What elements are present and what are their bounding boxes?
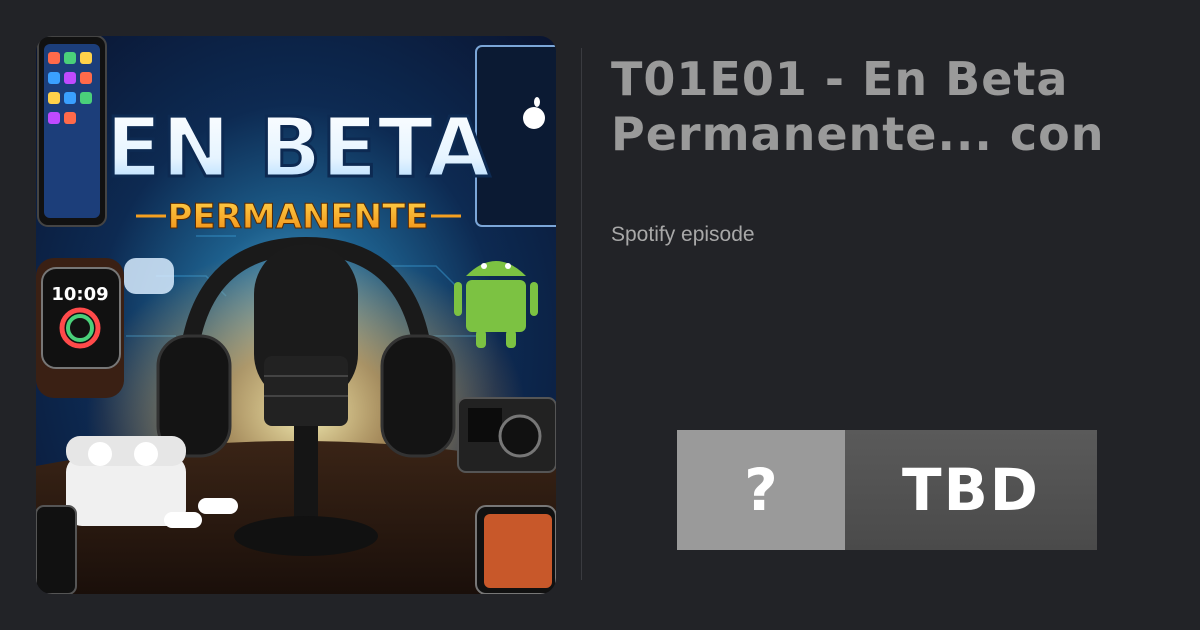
cover-tagline: PERMANENTE bbox=[167, 197, 428, 237]
podcast-cover-art: EN BETA PERMANENTE 10:09 bbox=[36, 36, 556, 594]
episode-title: T01E01 - En Beta Permanente... con bbox=[611, 52, 1105, 161]
phone-icon bbox=[37, 36, 107, 227]
camera-icon bbox=[457, 397, 556, 473]
smartwatch-icon: 10:09 bbox=[36, 258, 124, 398]
status-badge: ? TBD bbox=[677, 430, 1097, 550]
episode-source: Spotify episode bbox=[611, 223, 755, 246]
watch-time: 10:09 bbox=[51, 284, 108, 305]
badge-symbol: ? bbox=[677, 430, 845, 550]
vertical-divider bbox=[581, 48, 582, 580]
cover-headline: EN BETA bbox=[106, 101, 491, 196]
badge-label: TBD bbox=[845, 430, 1097, 550]
